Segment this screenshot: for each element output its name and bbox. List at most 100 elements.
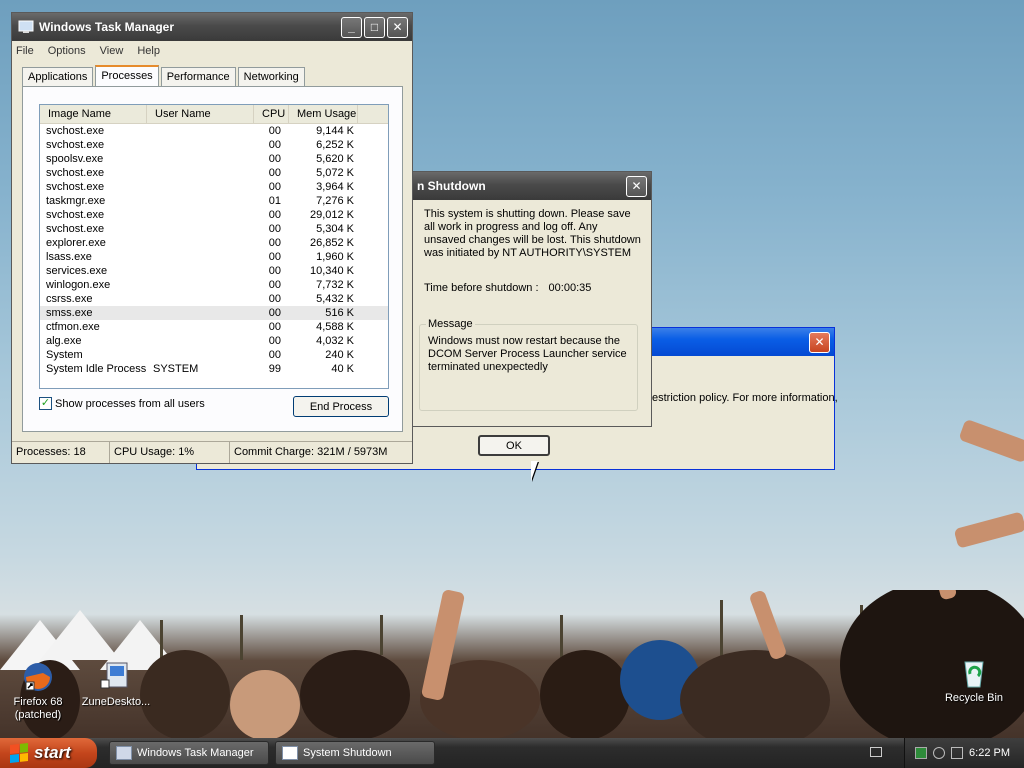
network-icon[interactable] <box>915 747 928 759</box>
table-row[interactable]: svchost.exe 00 9,144 K <box>40 124 388 138</box>
process-name: ctfmon.exe <box>46 321 100 333</box>
process-user <box>147 124 254 138</box>
process-mem: 5,304 K <box>316 223 354 235</box>
process-mem: 40 K <box>331 363 354 375</box>
process-name: svchost.exe <box>46 139 105 151</box>
process-name: spoolsv.exe <box>46 153 104 165</box>
tab-processes[interactable]: Processes <box>95 65 159 86</box>
table-row[interactable]: System Idle Process SYSTEM 99 40 K <box>40 362 388 376</box>
recycle-bin-icon <box>964 661 984 688</box>
table-row[interactable]: svchost.exe 00 5,072 K <box>40 166 388 180</box>
process-user <box>147 348 254 362</box>
desktop-icon-label: Firefox 68 (patched) <box>13 696 63 721</box>
status-processes: Processes: 18 <box>12 442 110 463</box>
tab-networking[interactable]: Networking <box>237 67 305 86</box>
table-row[interactable]: taskmgr.exe 01 7,276 K <box>40 194 388 208</box>
process-cpu: 00 <box>268 139 281 151</box>
shutdown-titlebar[interactable]: n Shutdown ✕ <box>391 172 651 200</box>
process-user <box>147 194 254 208</box>
table-row[interactable]: svchost.exe 00 6,252 K <box>40 138 388 152</box>
volume-icon[interactable] <box>933 747 946 759</box>
table-row[interactable]: smss.exe 00 516 K <box>40 306 388 320</box>
status-cpu-usage: CPU Usage: 1% <box>110 442 230 463</box>
table-row[interactable]: ctfmon.exe 00 4,588 K <box>40 320 388 334</box>
table-row[interactable]: lsass.exe 00 1,960 K <box>40 250 388 264</box>
process-name: winlogon.exe <box>46 279 111 291</box>
process-cpu: 00 <box>268 181 281 193</box>
table-row[interactable]: services.exe 00 10,340 K <box>40 264 388 278</box>
firefox-icon <box>24 663 52 691</box>
palm-tree <box>380 615 383 655</box>
table-row[interactable]: csrss.exe 00 5,432 K <box>40 292 388 306</box>
tab-performance[interactable]: Performance <box>160 67 236 86</box>
process-mem: 4,588 K <box>316 321 354 333</box>
table-row[interactable]: svchost.exe 00 3,964 K <box>40 180 388 194</box>
tab-applications[interactable]: Applications <box>22 67 94 86</box>
crowd-person <box>140 650 230 740</box>
palm-tree <box>240 615 243 660</box>
taskbar-item-system-shutdown[interactable]: System Shutdown <box>275 741 435 765</box>
show-all-processes[interactable]: ✓ Show processes from all users <box>39 397 205 410</box>
table-row[interactable]: svchost.exe 00 29,012 K <box>40 208 388 222</box>
clock[interactable]: 6:22 PM <box>969 747 1010 759</box>
process-user <box>147 236 254 250</box>
safely-remove-icon[interactable] <box>951 747 964 759</box>
table-row[interactable]: spoolsv.exe 00 5,620 K <box>40 152 388 166</box>
menu-view[interactable]: View <box>100 45 124 57</box>
desktop-icon-firefox[interactable]: Firefox 68 (patched) <box>2 660 74 722</box>
ok-button[interactable]: OK <box>478 435 550 456</box>
process-name: System Idle Process <box>46 363 147 375</box>
start-button[interactable]: start <box>0 738 97 768</box>
process-user <box>147 292 254 306</box>
menu-help[interactable]: Help <box>137 45 160 57</box>
maximize-icon[interactable]: □ <box>364 16 385 38</box>
show-all-label[interactable]: Show processes from all users <box>55 398 205 410</box>
menu-options[interactable]: Options <box>48 45 86 57</box>
process-cpu: 00 <box>268 349 281 361</box>
process-name: explorer.exe <box>46 237 106 249</box>
shutdown-title: n Shutdown <box>417 179 486 193</box>
process-user <box>147 278 254 292</box>
process-name: svchost.exe <box>46 209 105 221</box>
system-tray: 6:22 PM <box>904 738 1024 768</box>
desktop-icon-zune[interactable]: ZuneDeskto... <box>80 660 152 709</box>
table-row[interactable]: svchost.exe 00 5,304 K <box>40 222 388 236</box>
process-cpu: 00 <box>268 125 281 137</box>
process-mem: 5,072 K <box>316 167 354 179</box>
table-row[interactable]: explorer.exe 00 26,852 K <box>40 236 388 250</box>
close-icon[interactable]: ✕ <box>626 175 647 197</box>
taskbar-item-task-manager[interactable]: Windows Task Manager <box>109 741 269 765</box>
table-row[interactable]: System 00 240 K <box>40 348 388 362</box>
taskbar-item-label: Windows Task Manager <box>137 747 254 759</box>
task-manager-icon <box>18 20 34 33</box>
taskmgr-statusbar: Processes: 18 CPU Usage: 1% Commit Charg… <box>12 441 412 463</box>
table-row[interactable]: alg.exe 00 4,032 K <box>40 334 388 348</box>
process-cpu: 99 <box>268 363 281 375</box>
process-mem: 7,732 K <box>316 279 354 291</box>
language-bar-icon[interactable] <box>870 747 882 757</box>
show-all-checkbox[interactable]: ✓ <box>39 397 52 410</box>
process-mem: 6,252 K <box>316 139 354 151</box>
minimize-icon[interactable]: _ <box>341 16 362 38</box>
process-mem: 3,964 K <box>316 181 354 193</box>
taskbar: start Windows Task Manager System Shutdo… <box>0 738 1024 768</box>
close-icon[interactable]: ✕ <box>387 16 408 38</box>
process-list[interactable]: Image Name User Name CPU Mem Usage svcho… <box>39 104 389 389</box>
process-name: svchost.exe <box>46 181 105 193</box>
table-row[interactable]: winlogon.exe 00 7,732 K <box>40 278 388 292</box>
column-user-name[interactable]: User Name <box>147 105 254 123</box>
taskmgr-titlebar[interactable]: Windows Task Manager _ □ ✕ <box>12 13 412 41</box>
column-image-name[interactable]: Image Name <box>40 105 147 123</box>
error-dialog-text: estriction policy. For more information, <box>652 392 838 404</box>
desktop-icon-label: ZuneDeskto... <box>81 696 151 708</box>
column-mem-usage[interactable]: Mem Usage <box>289 105 358 123</box>
process-cpu: 01 <box>268 195 281 207</box>
desktop-icon-recycle-bin[interactable]: Recycle Bin <box>938 656 1010 705</box>
process-user <box>147 208 254 222</box>
close-icon[interactable]: ✕ <box>809 331 830 353</box>
end-process-button[interactable]: End Process <box>293 396 389 417</box>
process-mem: 1,960 K <box>316 251 354 263</box>
column-cpu[interactable]: CPU <box>254 105 289 123</box>
menu-file[interactable]: File <box>16 45 34 57</box>
process-user <box>147 320 254 334</box>
